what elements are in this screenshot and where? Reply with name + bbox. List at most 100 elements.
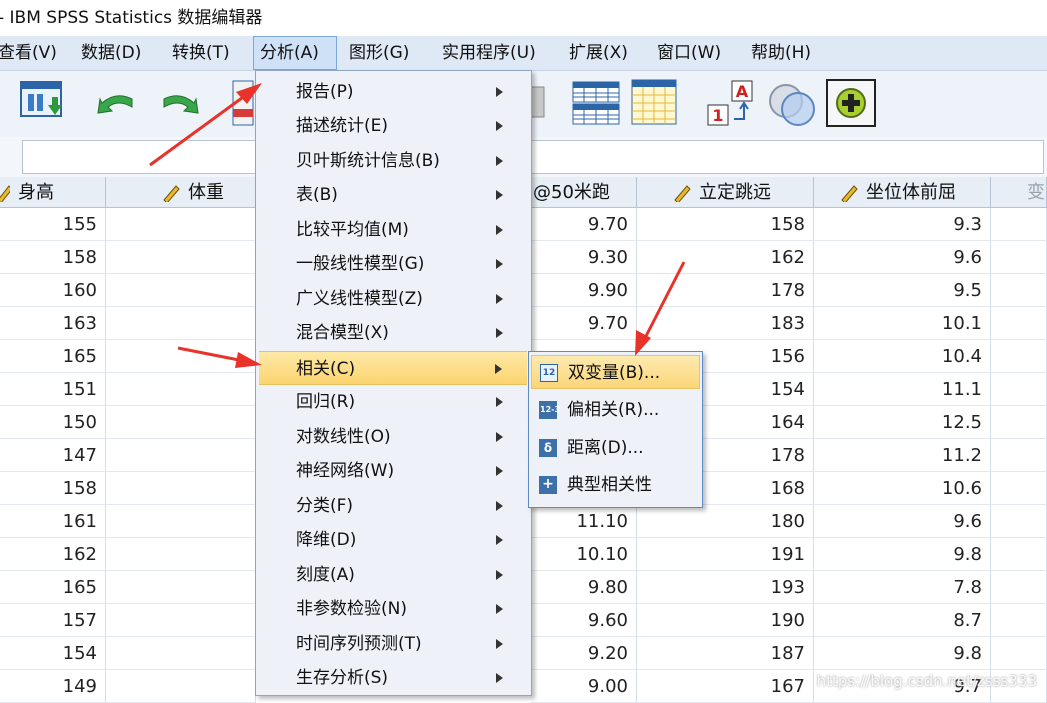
grid-cell[interactable]: 178 [637,274,814,307]
menu-item-survival[interactable]: 生存分析(S) [256,661,531,695]
grid-cell[interactable] [106,340,256,373]
menu-graphs[interactable]: 图形(G) [343,36,415,70]
menu-item-glm[interactable]: 一般线性模型(G) [256,247,531,281]
grid-cell[interactable] [106,406,256,439]
menu-item-classify[interactable]: 分类(F) [256,489,531,523]
grid-cell[interactable] [106,472,256,505]
cell-value-field[interactable] [22,140,1044,174]
grid-cell[interactable]: 9.00 [531,670,637,703]
grid-cell[interactable]: 158 [637,208,814,241]
grid-cell[interactable]: 9.5 [814,274,991,307]
menu-item-regression[interactable]: 回归(R) [256,385,531,419]
grid-cell[interactable]: 9.70 [531,307,637,340]
submenu-item-partial[interactable]: 12-3 偏相关(R)... [531,393,700,427]
grid-cell[interactable]: 10.4 [814,340,991,373]
grid-cell[interactable]: 191 [637,538,814,571]
grid-cell[interactable]: 162 [637,241,814,274]
grid-cell[interactable] [106,604,256,637]
menu-item-forecasting[interactable]: 时间序列预测(T) [256,627,531,661]
grid-cell[interactable]: 151 [0,373,106,406]
undo-icon[interactable] [96,89,138,121]
grid-cell[interactable] [106,505,256,538]
grid-cell[interactable]: 147 [0,439,106,472]
grid-cell[interactable]: 7.8 [814,571,991,604]
grid-cell[interactable] [106,538,256,571]
grid-cell[interactable]: 9.8 [814,637,991,670]
menu-item-correlate[interactable]: 相关(C) [259,351,527,385]
split-file-icon[interactable] [631,79,677,129]
goto-case-icon[interactable] [232,79,254,131]
menu-item-tables[interactable]: 表(B) [256,178,531,212]
sets-icon[interactable] [766,81,818,131]
grid-cell-empty[interactable] [991,406,1047,439]
grid-cell-empty[interactable] [991,538,1047,571]
grid-cell-empty[interactable] [991,340,1047,373]
grid-cell-empty[interactable] [991,274,1047,307]
grid-cell[interactable]: 150 [0,406,106,439]
menu-item-nonparametric[interactable]: 非参数检验(N) [256,592,531,626]
menu-help[interactable]: 帮助(H) [745,36,817,70]
column-header-var[interactable]: 变 [991,177,1047,208]
grid-cell[interactable]: 10.6 [814,472,991,505]
grid-cell[interactable]: 180 [637,505,814,538]
menu-item-scale[interactable]: 刻度(A) [256,558,531,592]
grid-cell-empty[interactable] [991,439,1047,472]
grid-cell-empty[interactable] [991,637,1047,670]
grid-cell[interactable]: 8.7 [814,604,991,637]
grid-cell[interactable]: 162 [0,538,106,571]
grid-cell[interactable]: 183 [637,307,814,340]
grid-cell[interactable]: 9.70 [531,208,637,241]
submenu-item-distances[interactable]: δ 距离(D)... [531,431,700,465]
menu-item-loglinear[interactable]: 对数线性(O) [256,420,531,454]
grid-cell-empty[interactable] [991,373,1047,406]
column-header-50m[interactable]: @50米跑 [531,177,637,208]
grid-cell[interactable]: 158 [0,472,106,505]
grid-cell[interactable]: 9.8 [814,538,991,571]
menu-window[interactable]: 窗口(W) [651,36,727,70]
grid-cell[interactable] [106,241,256,274]
grid-cell[interactable]: 187 [637,637,814,670]
grid-cell[interactable] [106,637,256,670]
redo-icon[interactable] [158,89,200,121]
column-header-height[interactable]: 身高 [0,177,106,208]
menu-transform[interactable]: 转换(T) [166,36,236,70]
menu-item-bayesian[interactable]: 贝叶斯统计信息(B) [256,144,531,178]
grid-cell[interactable]: 9.30 [531,241,637,274]
grid-cell[interactable]: 9.60 [531,604,637,637]
menu-item-generalized-lm[interactable]: 广义线性模型(Z) [256,282,531,316]
grid-cell[interactable]: 158 [0,241,106,274]
menu-item-neural-networks[interactable]: 神经网络(W) [256,454,531,488]
grid-cell[interactable]: 9.6 [814,241,991,274]
grid-cell[interactable]: 11.1 [814,373,991,406]
grid-cell[interactable] [106,274,256,307]
grid-cell[interactable]: 154 [0,637,106,670]
grid-cell-empty[interactable] [991,505,1047,538]
menu-item-mixed-models[interactable]: 混合模型(X) [256,316,531,350]
grid-cell[interactable] [106,208,256,241]
menu-item-reports[interactable]: 报告(P) [256,75,531,109]
grid-cell[interactable]: 10.10 [531,538,637,571]
save-data-icon[interactable] [20,81,66,129]
grid-cell[interactable]: 190 [637,604,814,637]
grid-cell[interactable]: 165 [0,571,106,604]
grid-cell[interactable]: 157 [0,604,106,637]
menu-item-compare-means[interactable]: 比较平均值(M) [256,213,531,247]
grid-cell[interactable]: 167 [637,670,814,703]
menu-utilities[interactable]: 实用程序(U) [436,36,542,70]
menu-item-dimension-reduction[interactable]: 降维(D) [256,523,531,557]
grid-cell[interactable] [106,373,256,406]
grid-cell-empty[interactable] [991,307,1047,340]
grid-cell[interactable]: 11.10 [531,505,637,538]
menu-extensions[interactable]: 扩展(X) [563,36,634,70]
grid-cell[interactable] [106,439,256,472]
submenu-item-bivariate[interactable]: 12 双变量(B)... [531,355,700,389]
grid-cell[interactable]: 161 [0,505,106,538]
grid-cell[interactable]: 149 [0,670,106,703]
add-circle-icon[interactable] [826,79,876,131]
grid-cell[interactable]: 9.80 [531,571,637,604]
grid-cell[interactable] [106,571,256,604]
grid-cell[interactable]: 9.6 [814,505,991,538]
grid-cell[interactable]: 10.1 [814,307,991,340]
value-labels-icon[interactable]: A 1 [704,79,756,133]
grid-cell[interactable]: 165 [0,340,106,373]
